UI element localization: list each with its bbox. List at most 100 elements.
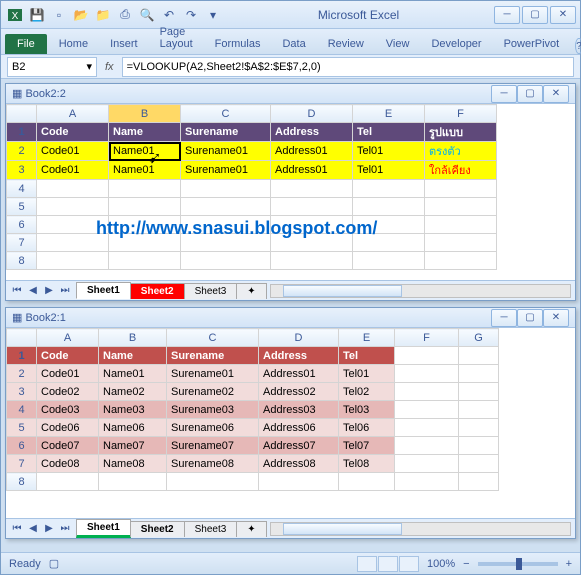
book-close-icon[interactable]: ✕ — [543, 309, 569, 327]
hscroll-top[interactable] — [270, 284, 571, 298]
tab-developer[interactable]: Developer — [421, 34, 491, 54]
maximize-button[interactable]: ▢ — [522, 6, 548, 24]
grid-top[interactable]: A B C D E F 1 Code Name Surename Address… — [6, 104, 497, 270]
view-normal-icon[interactable] — [357, 556, 377, 572]
cell[interactable]: Code — [37, 347, 99, 365]
book-min-icon[interactable]: ─ — [491, 85, 517, 103]
col-header[interactable]: G — [459, 329, 499, 347]
name-box[interactable]: B2 ▾ — [7, 57, 97, 77]
tab-page-layout[interactable]: Page Layout — [150, 22, 203, 54]
cell[interactable]: Surename — [167, 347, 259, 365]
tab-nav-prev-icon[interactable]: ◀ — [26, 522, 40, 536]
cell[interactable]: รูปแบบ — [425, 123, 497, 142]
view-layout-icon[interactable] — [378, 556, 398, 572]
tab-nav-last-icon[interactable]: ⏭ — [58, 522, 72, 536]
tab-insert[interactable]: Insert — [100, 34, 148, 54]
macro-rec-icon[interactable]: ▢ — [49, 557, 59, 570]
cell[interactable]: Name01 — [109, 161, 181, 180]
cell[interactable]: Address — [271, 123, 353, 142]
cell[interactable]: ใกล้เคียง — [425, 161, 497, 180]
col-header[interactable]: E — [339, 329, 395, 347]
cell[interactable]: Surename — [181, 123, 271, 142]
row-header[interactable]: 2 — [7, 142, 37, 161]
sheet-tab-sheet1[interactable]: Sheet1 — [76, 519, 131, 538]
cell[interactable]: Code — [37, 123, 109, 142]
cell[interactable]: Address01 — [271, 161, 353, 180]
cell[interactable]: Code01 — [37, 161, 109, 180]
col-header[interactable]: F — [395, 329, 459, 347]
cell[interactable]: Tel — [353, 123, 425, 142]
zoom-in-icon[interactable]: + — [566, 558, 572, 570]
sheet-tab-sheet2[interactable]: Sheet2 — [130, 521, 185, 537]
row-header[interactable]: 4 — [7, 401, 37, 419]
tab-home[interactable]: Home — [49, 34, 98, 54]
row-header[interactable]: 7 — [7, 455, 37, 473]
row-header[interactable]: 4 — [7, 180, 37, 198]
cell[interactable]: Tel — [339, 347, 395, 365]
grid-bottom[interactable]: A B C D E F G 1 Code Name Surename Addre… — [6, 328, 499, 491]
col-header[interactable]: F — [425, 105, 497, 123]
col-header[interactable]: B — [99, 329, 167, 347]
select-all[interactable] — [7, 329, 37, 347]
row-header[interactable]: 1 — [7, 123, 37, 142]
row-header[interactable]: 1 — [7, 347, 37, 365]
tab-nav-last-icon[interactable]: ⏭ — [58, 284, 72, 298]
minimize-button[interactable]: ─ — [494, 6, 520, 24]
col-header[interactable]: C — [167, 329, 259, 347]
row-header[interactable]: 3 — [7, 383, 37, 401]
new-sheet-icon[interactable]: ✦ — [236, 521, 266, 537]
cell[interactable]: Tel01 — [353, 142, 425, 161]
cell[interactable]: Tel01 — [353, 161, 425, 180]
tab-nav-prev-icon[interactable]: ◀ — [26, 284, 40, 298]
col-header[interactable]: A — [37, 329, 99, 347]
col-header[interactable]: D — [259, 329, 339, 347]
cell[interactable]: Surename01 — [181, 161, 271, 180]
row-header[interactable]: 3 — [7, 161, 37, 180]
tab-formulas[interactable]: Formulas — [205, 34, 271, 54]
cell[interactable]: Name — [99, 347, 167, 365]
row-header[interactable]: 6 — [7, 437, 37, 455]
tab-view[interactable]: View — [376, 34, 420, 54]
tab-nav-first-icon[interactable]: ⏮ — [10, 284, 24, 298]
cell[interactable]: Code01 — [37, 142, 109, 161]
open-icon[interactable]: 📂 — [71, 5, 91, 25]
active-cell[interactable]: Name01 — [109, 142, 181, 161]
row-header[interactable]: 5 — [7, 198, 37, 216]
tab-data[interactable]: Data — [272, 34, 315, 54]
print-icon[interactable]: ⎙ — [115, 5, 135, 25]
book-max-icon[interactable]: ▢ — [517, 85, 543, 103]
col-header[interactable]: B — [109, 105, 181, 123]
save-icon[interactable]: 💾 — [27, 5, 47, 25]
file-tab[interactable]: File — [5, 34, 47, 54]
zoom-slider[interactable] — [478, 562, 558, 566]
cell[interactable]: Address01 — [271, 142, 353, 161]
cell[interactable]: Surename01 — [181, 142, 271, 161]
book-max-icon[interactable]: ▢ — [517, 309, 543, 327]
row-header[interactable]: 8 — [7, 473, 37, 491]
book-min-icon[interactable]: ─ — [491, 309, 517, 327]
tab-review[interactable]: Review — [318, 34, 374, 54]
cell[interactable]: Name — [109, 123, 181, 142]
tab-nav-next-icon[interactable]: ▶ — [42, 522, 56, 536]
row-header[interactable]: 6 — [7, 216, 37, 234]
excel-icon[interactable]: X — [5, 5, 25, 25]
col-header[interactable]: A — [37, 105, 109, 123]
cell[interactable]: ตรงตัว — [425, 142, 497, 161]
new-sheet-icon[interactable]: ✦ — [236, 283, 266, 299]
book-close-icon[interactable]: ✕ — [543, 85, 569, 103]
zoom-out-icon[interactable]: − — [463, 558, 469, 570]
sheet-tab-sheet1[interactable]: Sheet1 — [76, 282, 131, 299]
qat-more-icon[interactable]: ▾ — [203, 5, 223, 25]
fx-icon[interactable]: fx — [101, 61, 118, 73]
col-header[interactable]: E — [353, 105, 425, 123]
hscroll-bottom[interactable] — [270, 522, 571, 536]
tab-nav-next-icon[interactable]: ▶ — [42, 284, 56, 298]
row-header[interactable]: 5 — [7, 419, 37, 437]
cell[interactable]: Address — [259, 347, 339, 365]
help-icon[interactable]: ? — [575, 38, 581, 54]
col-header[interactable]: C — [181, 105, 271, 123]
row-header[interactable]: 8 — [7, 252, 37, 270]
close-button[interactable]: ✕ — [550, 6, 576, 24]
new-icon[interactable]: ▫ — [49, 5, 69, 25]
row-header[interactable]: 2 — [7, 365, 37, 383]
